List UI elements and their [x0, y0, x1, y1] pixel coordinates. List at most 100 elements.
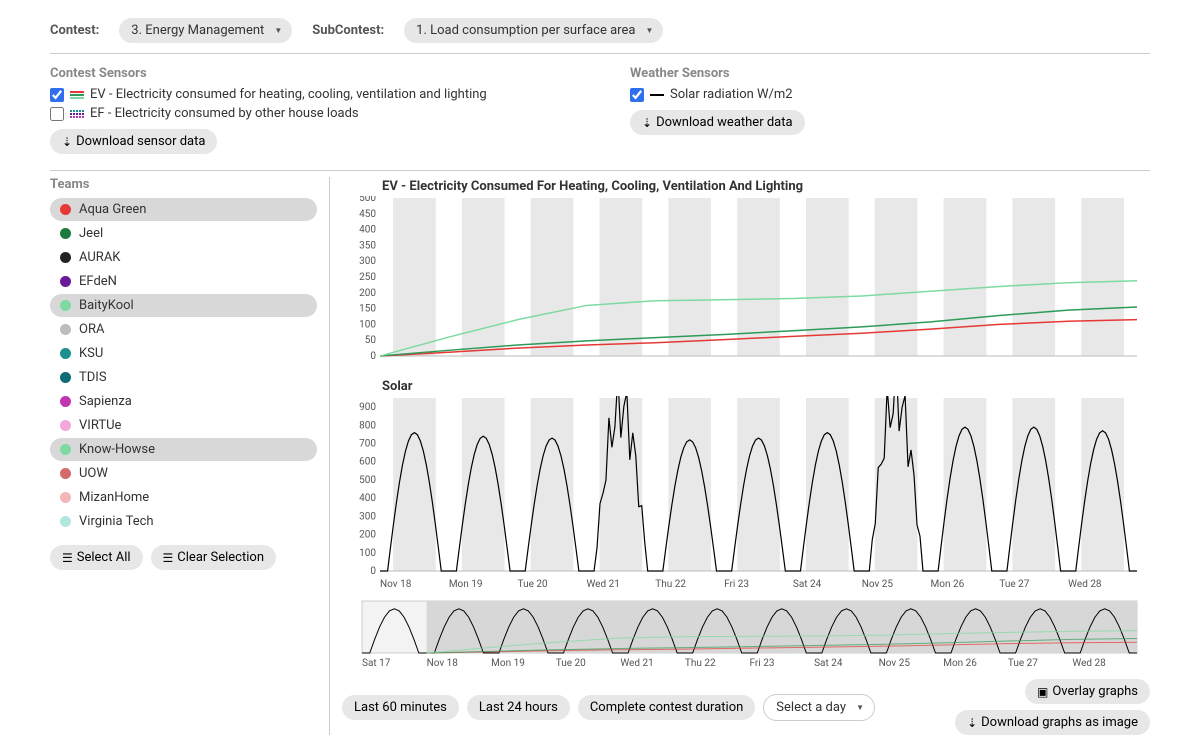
download-icon: ⇣	[62, 135, 72, 149]
ev-legend-icon	[70, 90, 84, 100]
download-weather-button[interactable]: ⇣ Download weather data	[630, 110, 805, 135]
team-item-aurak[interactable]: AURAK	[50, 246, 317, 269]
team-item-uow[interactable]: UOW	[50, 462, 317, 485]
team-name: EFdeN	[79, 274, 117, 289]
svg-text:400: 400	[359, 493, 376, 504]
svg-text:Wed 28: Wed 28	[1068, 579, 1102, 590]
svg-text:Tue 27: Tue 27	[1008, 658, 1038, 669]
last-24-button[interactable]: Last 24 hours	[467, 695, 570, 720]
ev-chart-title: EV - Electricity Consumed For Heating, C…	[382, 179, 1150, 194]
solar-legend-icon	[650, 90, 664, 100]
team-item-virtue[interactable]: VIRTUe	[50, 414, 317, 437]
contest-select[interactable]: 3. Energy Management	[119, 18, 292, 43]
svg-text:200: 200	[359, 288, 376, 299]
svg-text:Nov 18: Nov 18	[380, 579, 412, 590]
team-item-jeel[interactable]: Jeel	[50, 222, 317, 245]
list-icon: ☰	[62, 551, 73, 565]
sensors-row: Contest Sensors EV - Electricity consume…	[50, 60, 1150, 164]
team-color-dot	[60, 204, 71, 215]
ef-checkbox-input[interactable]	[50, 107, 64, 121]
svg-text:Nov 18: Nov 18	[427, 658, 459, 669]
ef-checkbox[interactable]: EF - Electricity consumed by other house…	[50, 104, 570, 123]
team-name: Virginia Tech	[79, 514, 154, 529]
ev-label: EV - Electricity consumed for heating, c…	[90, 87, 487, 102]
svg-text:Mon 19: Mon 19	[449, 579, 483, 590]
svg-text:Sat 24: Sat 24	[814, 658, 843, 669]
team-name: ORA	[79, 322, 104, 337]
solar-checkbox-input[interactable]	[630, 88, 644, 102]
team-item-aqua-green[interactable]: Aqua Green	[50, 198, 317, 221]
clear-selection-button[interactable]: ☰Clear Selection	[151, 545, 276, 570]
ev-checkbox-input[interactable]	[50, 88, 64, 102]
svg-text:Tue 20: Tue 20	[556, 658, 586, 669]
solar-checkbox[interactable]: Solar radiation W/m2	[630, 85, 1150, 104]
full-duration-button[interactable]: Complete contest duration	[578, 695, 755, 720]
solar-chart-title: Solar	[382, 379, 1150, 394]
team-item-mizanhome[interactable]: MizanHome	[50, 486, 317, 509]
subcontest-select[interactable]: 1. Load consumption per surface area	[404, 18, 663, 43]
overview-chart[interactable]: Sat 17Nov 18Mon 19Tue 20Wed 21Thu 22Fri …	[342, 599, 1150, 669]
download-image-button[interactable]: ⇣Download graphs as image	[955, 710, 1150, 735]
contest-sensors-title: Contest Sensors	[50, 66, 570, 81]
svg-text:900: 900	[359, 402, 376, 413]
svg-text:400: 400	[359, 225, 376, 236]
svg-text:Wed 28: Wed 28	[1072, 658, 1106, 669]
team-item-virginia-tech[interactable]: Virginia Tech	[50, 510, 317, 533]
svg-text:300: 300	[359, 256, 376, 267]
team-item-ksu[interactable]: KSU	[50, 342, 317, 365]
solar-chart[interactable]: 0100200300400500600700800900Nov 18Mon 19…	[342, 396, 1150, 591]
team-color-dot	[60, 276, 71, 287]
last-60-button[interactable]: Last 60 minutes	[342, 695, 459, 720]
overlay-graphs-button[interactable]: ▣Overlay graphs	[1025, 679, 1150, 704]
svg-text:350: 350	[359, 240, 376, 251]
download-icon: ⇣	[642, 116, 652, 130]
svg-text:Mon 26: Mon 26	[943, 658, 977, 669]
select-day-dropdown[interactable]: Select a day	[763, 694, 875, 721]
svg-text:450: 450	[359, 209, 376, 220]
contest-label: Contest:	[50, 23, 99, 38]
team-item-tdis[interactable]: TDIS	[50, 366, 317, 389]
team-color-dot	[60, 468, 71, 479]
team-color-dot	[60, 396, 71, 407]
select-all-button[interactable]: ☰Select All	[50, 545, 143, 570]
solar-label: Solar radiation W/m2	[670, 87, 793, 102]
svg-text:Wed 21: Wed 21	[586, 579, 619, 590]
svg-text:Nov 25: Nov 25	[879, 658, 911, 669]
ev-checkbox[interactable]: EV - Electricity consumed for heating, c…	[50, 85, 570, 104]
ev-chart[interactable]: 050100150200250300350400450500	[342, 196, 1150, 371]
svg-text:Wed 21: Wed 21	[620, 658, 653, 669]
svg-text:Sat 24: Sat 24	[793, 579, 822, 590]
team-color-dot	[60, 324, 71, 335]
team-item-baitykool[interactable]: BaityKool	[50, 294, 317, 317]
svg-text:Fri 23: Fri 23	[750, 658, 775, 669]
contest-sensors: Contest Sensors EV - Electricity consume…	[50, 66, 570, 154]
svg-text:200: 200	[359, 530, 376, 541]
svg-text:Thu 22: Thu 22	[655, 579, 686, 590]
team-color-dot	[60, 252, 71, 263]
svg-text:100: 100	[359, 319, 376, 330]
svg-text:Tue 20: Tue 20	[518, 579, 548, 590]
svg-text:Fri 23: Fri 23	[724, 579, 749, 590]
svg-text:500: 500	[359, 475, 376, 486]
svg-text:Sat 17: Sat 17	[362, 658, 391, 669]
team-item-sapienza[interactable]: Sapienza	[50, 390, 317, 413]
svg-text:700: 700	[359, 439, 376, 450]
main-area: Teams Aqua Green Jeel AURAK EFdeN BaityKool O…	[50, 177, 1150, 735]
svg-text:Thu 22: Thu 22	[685, 658, 716, 669]
team-item-ora[interactable]: ORA	[50, 318, 317, 341]
team-name: TDIS	[79, 370, 107, 385]
download-sensor-button[interactable]: ⇣ Download sensor data	[50, 129, 217, 154]
svg-text:Mon 26: Mon 26	[931, 579, 965, 590]
divider	[50, 53, 1150, 54]
team-item-efden[interactable]: EFdeN	[50, 270, 317, 293]
team-name: AURAK	[79, 250, 120, 265]
svg-text:0: 0	[370, 351, 376, 362]
subcontest-label: SubContest:	[312, 23, 384, 38]
team-actions: ☰Select All ☰Clear Selection	[50, 545, 317, 570]
layers-icon: ▣	[1037, 685, 1048, 699]
team-list: Aqua Green Jeel AURAK EFdeN BaityKool ORA KSU T…	[50, 198, 317, 533]
teams-title: Teams	[50, 177, 317, 192]
team-item-know-howse[interactable]: Know-Howse	[50, 438, 317, 461]
team-name: Jeel	[79, 226, 103, 241]
teams-sidebar: Teams Aqua Green Jeel AURAK EFdeN BaityKool O…	[50, 177, 330, 735]
